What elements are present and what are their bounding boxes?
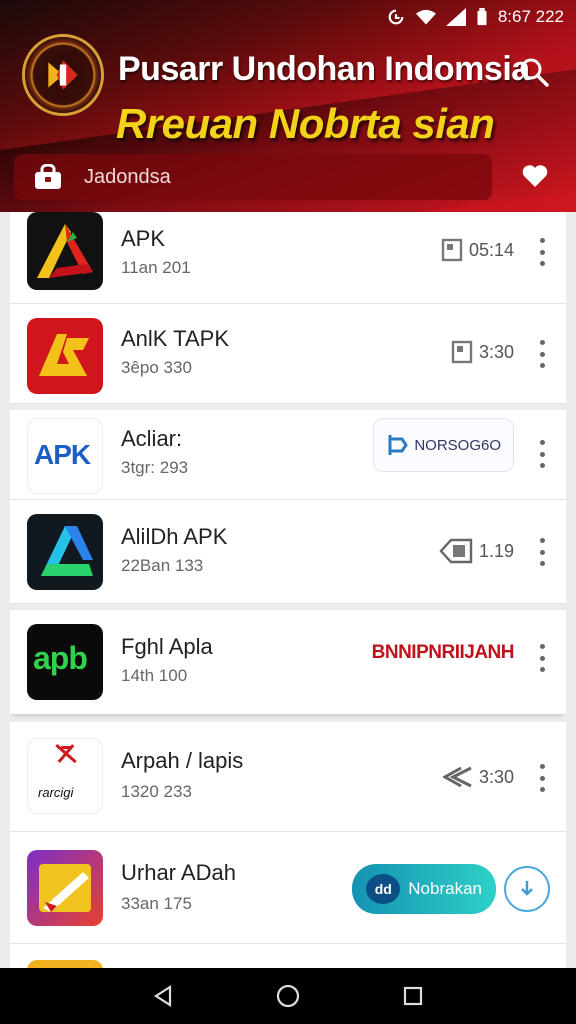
list-item[interactable]: apb Fghl Apla 14th 100 BNNIPNRIIJANH bbox=[10, 610, 566, 714]
more-options-icon[interactable] bbox=[538, 340, 546, 368]
app-action[interactable]: BNNIPNRIIJANH bbox=[371, 642, 515, 664]
app-name: AnlK TAPK bbox=[121, 326, 230, 351]
app-action[interactable]: NORSOG6O bbox=[373, 418, 514, 472]
app-action-label: 3:30 bbox=[478, 341, 514, 362]
app-meta: 33an 175 bbox=[121, 894, 192, 913]
list-item[interactable]: APK Acliar: 3tgr: 293 NORSOG6O bbox=[10, 410, 566, 500]
app-action[interactable]: 3:30 bbox=[451, 340, 514, 364]
more-options-icon[interactable] bbox=[538, 238, 546, 266]
app-action-label: 3:30 bbox=[478, 766, 514, 787]
recents-icon[interactable] bbox=[397, 980, 429, 1012]
app-title: Pusarr Undohan Indomsia bbox=[118, 50, 530, 88]
shopping-bag-icon bbox=[35, 164, 61, 189]
wifi-icon bbox=[415, 9, 436, 25]
list-item[interactable]: AnlK TAPK 3êpo 330 3:30 bbox=[10, 304, 566, 404]
label-icon bbox=[439, 538, 473, 564]
signal-icon bbox=[445, 8, 466, 26]
apk-logo-text: APK bbox=[34, 439, 91, 470]
app-action-label: 05:14 bbox=[468, 239, 514, 260]
page-icon bbox=[451, 340, 473, 364]
app-icon bbox=[27, 318, 103, 394]
battery-icon bbox=[477, 8, 487, 26]
search-icon[interactable] bbox=[518, 56, 550, 88]
back-icon bbox=[442, 766, 472, 788]
app-action-label: Nobrakan bbox=[408, 879, 482, 898]
system-nav-bar bbox=[0, 968, 576, 1024]
app-name: AlilDh APK bbox=[121, 524, 228, 549]
app-icon: apb bbox=[27, 624, 103, 700]
home-icon[interactable] bbox=[272, 980, 304, 1012]
app-meta: 11an 201 bbox=[121, 258, 191, 277]
app-action-label: BNNIPNRIIJANH bbox=[371, 642, 515, 663]
install-button[interactable]: dd Nobrakan bbox=[352, 864, 496, 914]
tag-icon bbox=[388, 435, 409, 455]
app-icon: APK bbox=[27, 418, 103, 494]
back-icon[interactable] bbox=[147, 980, 179, 1012]
list-item[interactable]: Urhar ADah 33an 175 dd Nobrakan bbox=[10, 832, 566, 944]
app-header: 8:67 222 Pusarr Undohan Indomsia Rreuan … bbox=[0, 0, 576, 212]
list-item[interactable]: AlilDh APK 22Ban 133 1.19 bbox=[10, 500, 566, 604]
emblem-icon bbox=[48, 60, 78, 90]
apb-logo-text: apb bbox=[33, 640, 88, 676]
search-input[interactable]: Jadondsa bbox=[14, 154, 492, 200]
app-meta: 22Ban 133 bbox=[121, 556, 204, 575]
app-action[interactable]: 3:30 bbox=[442, 764, 514, 790]
list-item-partial[interactable] bbox=[10, 944, 566, 968]
app-meta: 3tgr: 293 bbox=[121, 458, 189, 477]
dd-badge: dd bbox=[366, 874, 401, 904]
favorites-heart-icon[interactable] bbox=[522, 164, 548, 188]
app-card: APK Acliar: 3tgr: 293 NORSOG6O AlilDh AP… bbox=[10, 410, 566, 604]
list-item[interactable]: APK 11an 201 05:14 bbox=[10, 212, 566, 304]
sync-icon bbox=[388, 9, 404, 25]
search-placeholder: Jadondsa bbox=[84, 165, 171, 188]
app-name: Fghl Apla bbox=[121, 634, 213, 659]
app-action-label: 1.19 bbox=[478, 540, 514, 561]
app-meta: 14th 100 bbox=[121, 666, 188, 685]
status-time: 8:67 222 bbox=[497, 7, 564, 26]
status-bar: 8:67 222 bbox=[386, 4, 564, 30]
more-options-icon[interactable] bbox=[538, 538, 546, 566]
app-meta: 3êpo 330 bbox=[121, 358, 192, 377]
app-icon bbox=[27, 960, 103, 968]
more-options-icon[interactable] bbox=[538, 440, 546, 468]
app-icon: rarcigi bbox=[27, 738, 103, 814]
brand-logo bbox=[22, 34, 104, 116]
more-options-icon[interactable] bbox=[538, 764, 546, 792]
app-card: apb Fghl Apla 14th 100 BNNIPNRIIJANH bbox=[10, 610, 566, 714]
list-item[interactable]: rarcigi Arpah / lapis 1320 233 3:30 bbox=[10, 722, 566, 832]
app-card: APK 11an 201 05:14 AnlK TAPK 3êpo 330 3:… bbox=[10, 212, 566, 404]
more-options-icon[interactable] bbox=[538, 644, 546, 672]
app-card: rarcigi Arpah / lapis 1320 233 3:30 Urha… bbox=[10, 722, 566, 968]
app-action-label: NORSOG6O bbox=[414, 436, 501, 454]
app-action[interactable]: 05:14 bbox=[441, 238, 514, 262]
app-subtitle: Rreuan Nobrta sian bbox=[116, 100, 495, 147]
app-action[interactable]: dd Nobrakan bbox=[352, 864, 550, 914]
app-name: Acliar: bbox=[121, 426, 183, 451]
app-name: Urhar ADah bbox=[121, 860, 236, 885]
app-name: APK bbox=[121, 226, 166, 251]
app-meta: 1320 233 bbox=[121, 782, 192, 801]
download-icon[interactable] bbox=[504, 866, 550, 912]
app-icon bbox=[27, 212, 103, 290]
app-name: Arpah / lapis bbox=[121, 748, 244, 773]
app-icon bbox=[27, 850, 103, 926]
page-icon bbox=[441, 238, 463, 262]
app-action[interactable]: 1.19 bbox=[439, 538, 514, 564]
ranig-logo-text: rarcigi bbox=[38, 785, 74, 800]
app-icon bbox=[27, 514, 103, 590]
app-list: APK 11an 201 05:14 AnlK TAPK 3êpo 330 3:… bbox=[10, 212, 566, 968]
